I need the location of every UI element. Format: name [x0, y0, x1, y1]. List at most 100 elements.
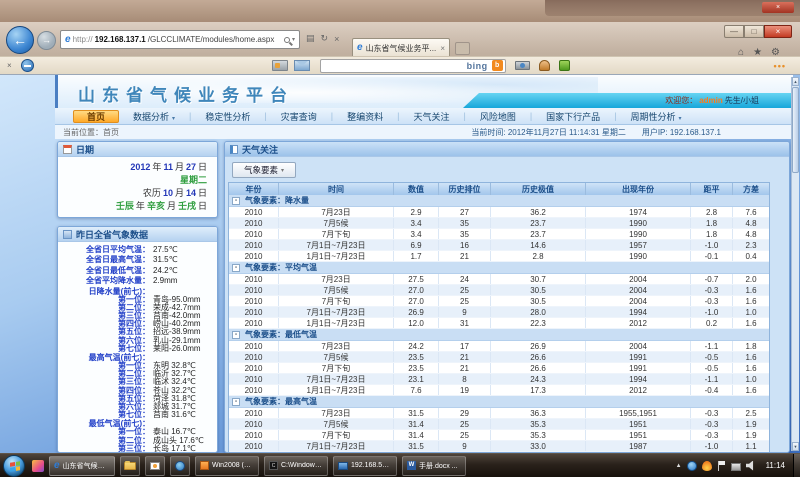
collapse-icon[interactable]: - [232, 197, 240, 205]
toolbar-app-icon[interactable] [21, 59, 34, 72]
search-logo-icon[interactable]: b [492, 60, 503, 71]
taskbar-image-viewer-button[interactable] [145, 456, 165, 476]
table-cell: 2010 [229, 240, 279, 250]
section-header[interactable]: -气象要素：最低气温 [229, 329, 769, 341]
table-row[interactable]: 20107月23日27.52430.72004-0.72.0 [229, 274, 769, 285]
table-cell: 14.6 [491, 240, 586, 250]
taskbar-media-button[interactable] [170, 456, 190, 476]
puzzle-addon-icon[interactable] [559, 60, 570, 71]
weather-line: 全省日平均气温：27.5℃ [58, 245, 217, 255]
tray-expand-icon[interactable]: ▲ [676, 463, 682, 469]
nav-item-7[interactable]: 国家下行产品 [546, 110, 600, 123]
table-row[interactable]: 20107月下旬27.02530.52004-0.31.6 [229, 296, 769, 307]
table-row[interactable]: 20107月下旬3.43523.719901.84.8 [229, 229, 769, 240]
table-row[interactable]: 20107月23日2.92736.219742.87.6 [229, 207, 769, 218]
nav-item-1[interactable]: 数据分析▾ [133, 110, 175, 123]
table-cell: 35 [439, 218, 491, 228]
magnifier-icon [284, 37, 290, 43]
table-row[interactable]: 20101月1日~7月23日12.03122.320120.21.6 [229, 318, 769, 329]
table-row[interactable]: 20107月1日~7月23日31.5933.01987-1.01.1 [229, 441, 769, 452]
network-globe-icon[interactable] [687, 461, 697, 471]
nav-item-2[interactable]: 稳定性分析 [205, 110, 250, 123]
section-header[interactable]: -气象要素：降水量 [229, 195, 769, 207]
weather-label: 第七位： [58, 345, 150, 353]
compatibility-icon[interactable]: ▤ [306, 33, 315, 44]
taskbar-window-button[interactable]: CC:\Windows\s... [264, 456, 328, 476]
speaker-icon[interactable] [746, 461, 756, 471]
calendar-token: 壬戌 [178, 201, 196, 211]
rdp-icon [338, 462, 348, 470]
table-row[interactable]: 20107月下旬23.52126.61991-0.51.6 [229, 363, 769, 374]
table-row[interactable]: 20107月1日~7月23日6.91614.61957-1.02.3 [229, 240, 769, 251]
mail-icon[interactable] [294, 60, 310, 71]
table-row[interactable]: 20107月5候27.02530.52004-0.31.6 [229, 285, 769, 296]
start-button[interactable] [3, 455, 25, 477]
table-cell: 1.0 [733, 307, 769, 317]
toolbar-card-icon[interactable] [272, 60, 288, 71]
nav-item-3[interactable]: 灾害查询 [281, 110, 317, 123]
element-filter-button[interactable]: 气象要素 ▾ [232, 162, 296, 178]
table-row[interactable]: 20107月1日~7月23日26.9928.01994-1.01.0 [229, 307, 769, 318]
table-row[interactable]: 20107月下旬31.42535.31951-0.31.9 [229, 430, 769, 441]
table-cell: 30.5 [491, 296, 586, 306]
page-scrollbar[interactable]: ▲ ▼ [791, 77, 799, 451]
minimize-button[interactable]: — [724, 25, 744, 38]
scroll-down-icon[interactable]: ▼ [792, 442, 799, 451]
weather-body: 全省日平均气温：27.5℃全省日最高气温：31.5℃全省日最低气温：24.2℃全… [58, 242, 217, 453]
taskbar-explorer-button[interactable] [120, 456, 140, 476]
section-header[interactable]: -气象要素：平均气温 [229, 262, 769, 274]
scrollbar-thumb[interactable] [792, 87, 799, 173]
table-row[interactable]: 20107月5候3.43523.719901.84.8 [229, 218, 769, 229]
table-row[interactable]: 20107月23日24.21726.92004-1.11.8 [229, 341, 769, 352]
taskbar-window-button[interactable]: W手册.docx ... [402, 456, 466, 476]
stop-icon[interactable]: × [334, 34, 339, 44]
table-row[interactable]: 20101月1日~7月23日7.61917.32012-0.41.6 [229, 385, 769, 396]
pinned-app-icon[interactable] [32, 460, 44, 472]
toolbar-close-icon[interactable]: × [7, 61, 12, 70]
table-cell: 35.3 [491, 419, 586, 429]
table-cell: -0.5 [691, 352, 733, 362]
nav-item-4[interactable]: 整编资料 [347, 110, 383, 123]
address-search-icon[interactable]: ▾ [284, 36, 295, 43]
taskbar-clock[interactable]: 11:14 [766, 461, 785, 470]
table-row[interactable]: 20107月5候23.52126.61991-0.51.6 [229, 352, 769, 363]
flame-app-icon[interactable] [702, 461, 712, 471]
section-header[interactable]: -气象要素：最高气温 [229, 396, 769, 408]
table-row[interactable]: 20107月5候31.42535.31951-0.31.9 [229, 419, 769, 430]
table-row[interactable]: 20107月1日~7月23日23.1824.31994-1.11.0 [229, 374, 769, 385]
taskbar-window-button[interactable]: Win2008 (VS2... [195, 456, 259, 476]
address-bar[interactable]: e http:// 192.168.137.1 /GLCCLIMATE/modu… [60, 30, 300, 49]
nav-item-home[interactable]: 首页 [73, 110, 119, 123]
taskbar-ie-button[interactable]: e 山东省气候业务... [49, 456, 115, 476]
browser-tab[interactable]: e 山东省气候业务平... × [352, 38, 450, 57]
refresh-icon[interactable]: ↻ [321, 33, 329, 44]
table-row[interactable]: 20107月23日31.52936.31955,1951-0.32.5 [229, 408, 769, 419]
table-cell: 26.9 [394, 307, 439, 317]
action-center-flag-icon[interactable] [717, 461, 726, 471]
table-cell: 2004 [586, 274, 691, 284]
search-input[interactable]: bing b [320, 59, 506, 73]
camera-icon[interactable] [515, 61, 530, 70]
nav-item-8[interactable]: 周期性分析▾ [631, 110, 682, 123]
back-button[interactable]: ← [6, 26, 34, 54]
maximize-button[interactable]: □ [744, 25, 764, 38]
forward-button[interactable]: → [37, 31, 56, 50]
tab-close-icon[interactable]: × [440, 44, 445, 53]
welcome-banner: 欢迎您： admin 先生/小姐 [463, 93, 793, 108]
table-cell: 1990 [586, 251, 691, 261]
network-status-icon[interactable] [731, 463, 741, 471]
show-desktop-button[interactable] [793, 454, 800, 478]
table-cell: 1.0 [733, 374, 769, 384]
table-row[interactable]: 20101月1日~7月23日1.7212.81990-0.10.4 [229, 251, 769, 262]
new-tab-button[interactable] [455, 42, 470, 55]
person-icon[interactable] [539, 60, 550, 71]
nav-item-6[interactable]: 风险地图 [480, 110, 516, 123]
scroll-up-icon[interactable]: ▲ [792, 77, 799, 86]
collapse-icon[interactable]: - [232, 331, 240, 339]
collapse-icon[interactable]: - [232, 264, 240, 272]
taskbar-window-button[interactable]: 192.168.59.99... [333, 456, 397, 476]
nav-item-5[interactable]: 天气关注 [413, 110, 449, 123]
more-options-icon[interactable]: ••• [774, 61, 786, 71]
collapse-icon[interactable]: - [232, 398, 240, 406]
close-button[interactable]: × [764, 25, 792, 38]
